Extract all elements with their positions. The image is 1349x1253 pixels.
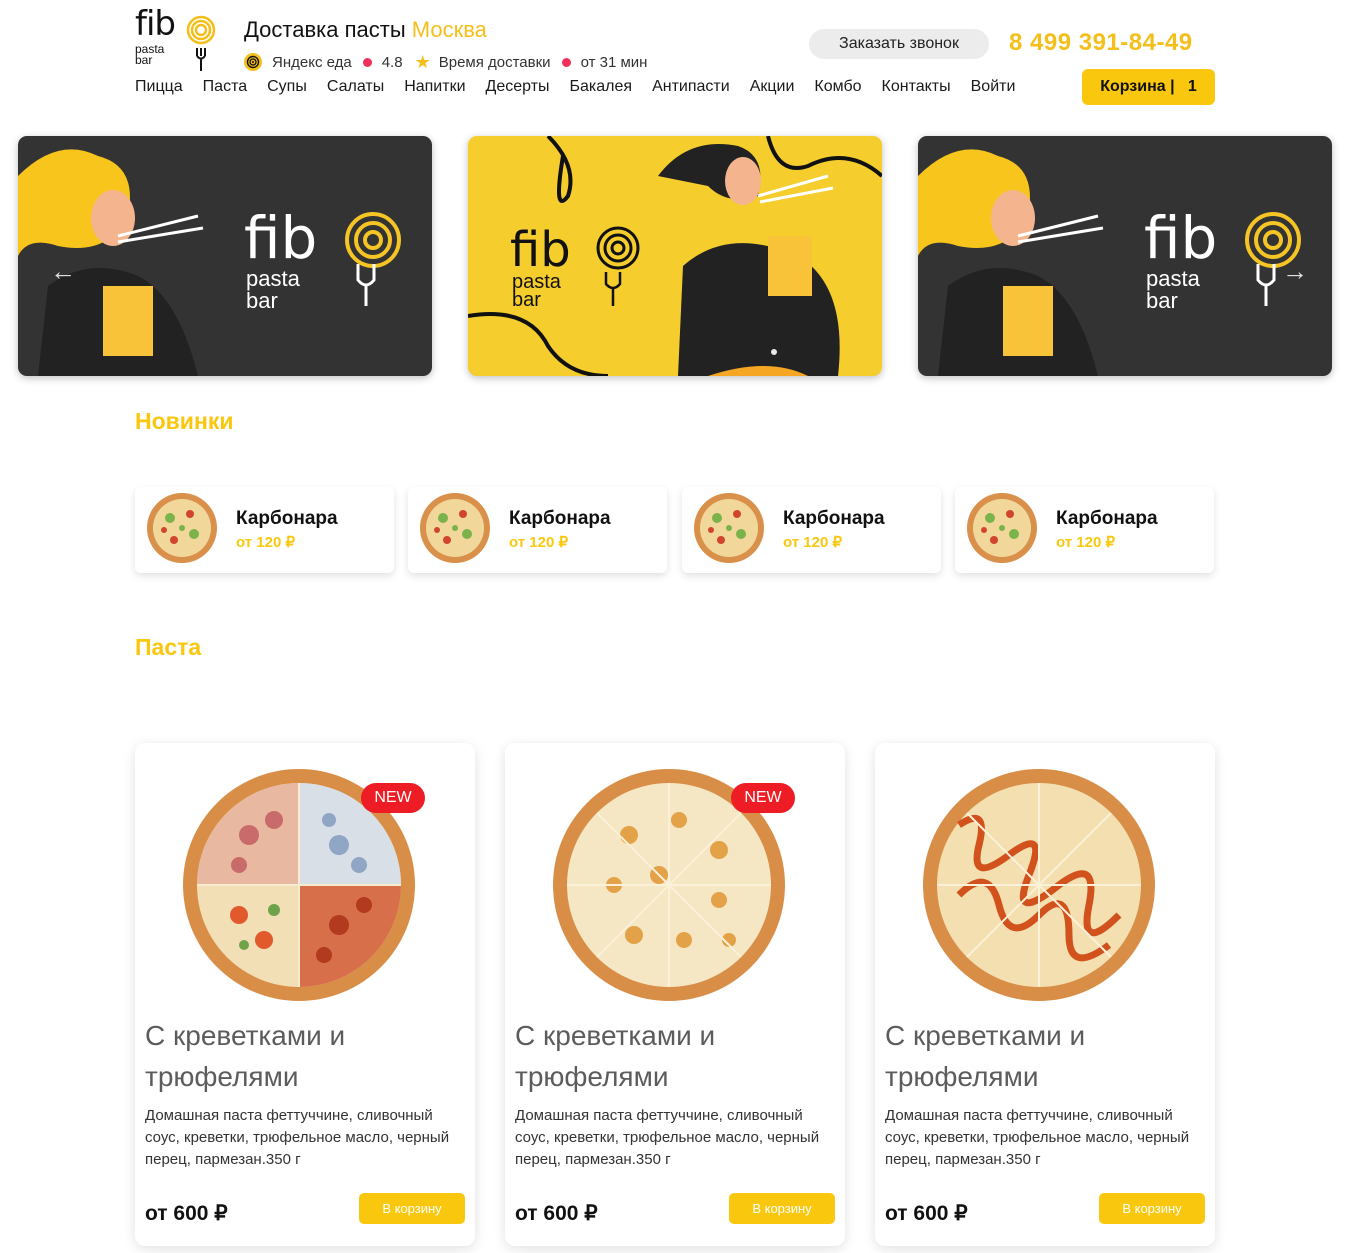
cart-count: 1 [1187, 78, 1197, 95]
product-price: от 600 ₽ [145, 1202, 228, 1225]
novelty-card[interactable]: Карбонара от 120 ₽ [408, 487, 667, 573]
banner-illustration: fib pasta bar [468, 136, 882, 376]
slider-dot[interactable] [771, 349, 777, 355]
add-to-cart-button[interactable]: В корзину [359, 1193, 465, 1224]
nav-item-grocery[interactable]: Бакалея [570, 78, 633, 96]
logo-subtitle: pasta bar [135, 42, 165, 67]
pizza-thumbnail [967, 493, 1037, 563]
promo-banner[interactable]: fib pasta bar [918, 136, 1332, 376]
pizza-thumbnail [694, 493, 764, 563]
banner-illustration: fib pasta bar [18, 149, 401, 376]
phone-number[interactable]: 8 499 391-84-49 [1009, 29, 1193, 57]
novelty-price: от 120 ₽ [236, 534, 296, 551]
cart-label: Корзина | [1100, 78, 1175, 95]
novelty-name: Карбонара [236, 508, 338, 529]
logo-word: fib [135, 4, 176, 44]
new-badge: NEW [361, 783, 425, 813]
nav-item-antipasti[interactable]: Антипасти [652, 78, 730, 96]
product-price: от 600 ₽ [885, 1202, 968, 1225]
nav-item-pizza[interactable]: Пицца [135, 78, 183, 96]
product-description: Домашная паста феттуччине, сливочный соу… [885, 1107, 1190, 1168]
separator-dot-icon [561, 57, 571, 67]
main-nav: Пицца Паста Супы Салаты Напитки Десерты … [135, 78, 1035, 96]
nav-item-drinks[interactable]: Напитки [404, 78, 465, 96]
product-price: от 600 ₽ [515, 1202, 598, 1225]
arrow-right-icon[interactable]: → [1282, 258, 1308, 284]
delivery-label: Время доставки [438, 53, 551, 71]
product-title: С креветками и трюфелями [885, 1020, 1086, 1092]
novelty-name: Карбонара [1056, 508, 1158, 529]
svg-text:bar: bar [246, 288, 278, 313]
novelty-name: Карбонара [509, 508, 611, 529]
product-card: С креветками и трюфелями Домашная паста … [875, 743, 1215, 1246]
nav-item-promotions[interactable]: Акции [750, 78, 795, 96]
headline-prefix: Доставка пасты [244, 17, 406, 42]
cart-button[interactable]: Корзина | 1 [1082, 69, 1215, 105]
svg-text:bar: bar [1146, 288, 1178, 313]
svg-text:fib: fib [244, 204, 317, 272]
product-card: NEW С креветками и трюфелями Домашная па… [505, 743, 845, 1246]
promo-banner[interactable]: fib pasta bar [468, 136, 882, 376]
nav-item-desserts[interactable]: Десерты [486, 78, 550, 96]
novelty-card[interactable]: Карбонара от 120 ₽ [955, 487, 1214, 573]
arrow-left-icon[interactable]: ← [50, 258, 76, 284]
novelty-price: от 120 ₽ [783, 534, 843, 551]
spiral-fork-icon [186, 15, 216, 71]
product-card: NEW С креветками и трюфелями Домашная па… [135, 743, 475, 1246]
banner-illustration: fib pasta bar [918, 149, 1301, 376]
nav-item-login[interactable]: Войти [971, 78, 1016, 96]
logo[interactable]: fib pasta bar [135, 4, 217, 71]
svg-text:fib: fib [510, 222, 571, 278]
star-icon: ★ [414, 52, 431, 72]
delivery-info: Яндекс еда 4.8 ★ Время доставки от 31 ми… [244, 52, 647, 72]
section-title-novelties: Новинки [135, 408, 234, 434]
pizza-thumbnail [420, 493, 490, 563]
request-call-button[interactable]: Заказать звонок [809, 29, 989, 59]
yandex-eda-icon [244, 53, 262, 71]
delivery-time: от 31 мин [580, 53, 648, 71]
nav-item-pasta[interactable]: Паста [203, 78, 247, 96]
service-name: Яндекс еда [272, 53, 352, 71]
nav-item-soups[interactable]: Супы [267, 78, 307, 96]
nav-item-contacts[interactable]: Контакты [882, 78, 951, 96]
novelty-name: Карбонара [783, 508, 885, 529]
nav-item-combo[interactable]: Комбо [814, 78, 861, 96]
novelty-price: от 120 ₽ [509, 534, 569, 551]
pizza-thumbnail [147, 493, 217, 563]
section-title-pasta: Паста [135, 634, 202, 660]
novelty-price: от 120 ₽ [1056, 534, 1116, 551]
promo-banner[interactable]: fib pasta bar [18, 136, 432, 376]
novelty-card[interactable]: Карбонара от 120 ₽ [682, 487, 941, 573]
pizza-image[interactable] [919, 765, 1159, 1005]
product-title: С креветками и трюфелями [515, 1020, 716, 1092]
svg-text:bar: bar [512, 289, 541, 311]
product-title: С креветками и трюфелями [145, 1020, 346, 1092]
add-to-cart-button[interactable]: В корзину [729, 1193, 835, 1224]
new-badge: NEW [731, 783, 795, 813]
product-description: Домашная паста феттуччине, сливочный соу… [515, 1107, 820, 1168]
rating-value: 4.8 [381, 53, 403, 71]
novelty-card[interactable]: Карбонара от 120 ₽ [135, 487, 394, 573]
city-selector[interactable]: Москва [412, 17, 487, 42]
add-to-cart-button[interactable]: В корзину [1099, 1193, 1205, 1224]
delivery-headline: Доставка пасты Москва [244, 17, 487, 43]
svg-text:fib: fib [1144, 204, 1217, 272]
product-description: Домашная паста феттуччине, сливочный соу… [145, 1107, 450, 1168]
separator-dot-icon [362, 57, 372, 67]
nav-item-salads[interactable]: Салаты [327, 78, 384, 96]
